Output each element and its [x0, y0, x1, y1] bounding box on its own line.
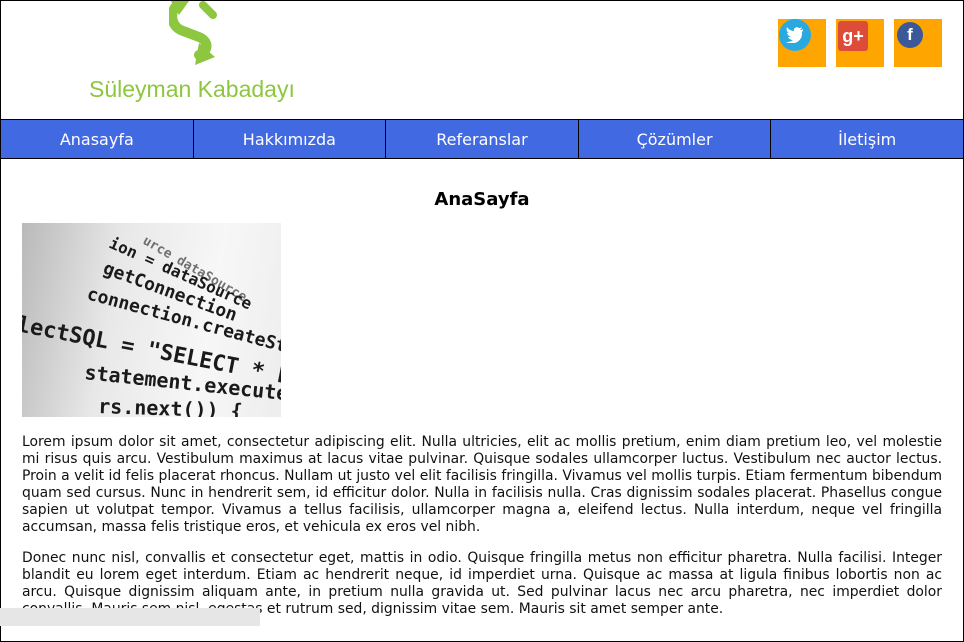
logo-icon[interactable]: [167, 0, 219, 67]
nav-item-anasayfa[interactable]: Anasayfa: [1, 120, 194, 158]
twitter-icon: [779, 19, 811, 51]
content-paragraph: Lorem ipsum dolor sit amet, consectetur …: [22, 434, 942, 535]
page-title: AnaSayfa: [434, 189, 530, 210]
main-nav: Anasayfa Hakkımızda Referanslar Çözümler…: [1, 119, 963, 159]
site-title[interactable]: Süleyman Kabadayı: [89, 76, 295, 103]
horizontal-scrollbar[interactable]: [0, 608, 260, 626]
nav-item-referanslar[interactable]: Referanslar: [386, 120, 579, 158]
nav-item-iletisim[interactable]: İletişim: [771, 120, 963, 158]
nav-item-hakkimizda[interactable]: Hakkımızda: [194, 120, 387, 158]
code-hero-image: urce dataSource ion = dataSource getConn…: [22, 223, 281, 417]
facebook-icon: f: [897, 22, 923, 48]
social-facebook-button[interactable]: f: [894, 19, 942, 67]
social-googleplus-button[interactable]: g+: [836, 19, 884, 67]
page-frame: Süleyman Kabadayı g+ f Anasayfa Hakkımız…: [0, 0, 964, 642]
code-line: rs.next()) {: [98, 394, 243, 417]
google-plus-icon: g+: [838, 21, 868, 51]
nav-item-cozumler[interactable]: Çözümler: [579, 120, 772, 158]
site-header: Süleyman Kabadayı g+ f: [1, 0, 963, 119]
social-twitter-button[interactable]: [778, 19, 826, 67]
